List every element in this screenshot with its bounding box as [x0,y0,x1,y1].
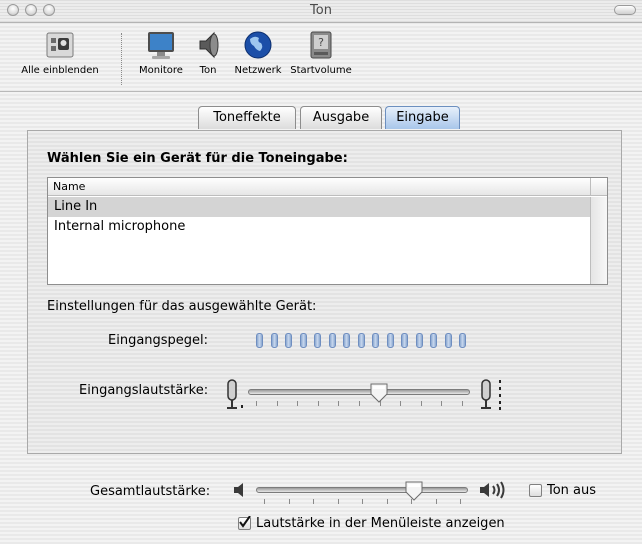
sound-preferences-window: Ton Alle einblenden Monitore Ton Netzwer… [0,0,642,544]
startup-disk-icon: ? [305,29,337,61]
slider-tick [317,401,319,406]
speaker-high-icon [478,480,514,504]
slider-tick [386,499,388,504]
tab-sound-effects[interactable]: Toneffekte [198,106,296,129]
input-volume-slider[interactable] [248,382,470,412]
level-led [401,333,408,348]
slider-tick [359,401,360,406]
toolbar-item-network[interactable]: Netzwerk [229,29,287,76]
level-led [459,333,466,348]
mute-checkbox[interactable] [529,484,542,497]
device-row[interactable]: Internal microphone [48,217,590,237]
toolbar-label: Netzwerk [234,65,282,76]
speaker-icon [192,29,224,61]
level-led [430,333,437,348]
slider-tick [362,499,363,504]
level-led [372,333,379,348]
show-in-menubar-label: Lautstärke in der Menüleiste anzeigen [256,516,505,531]
microphone-high-icon [478,378,504,418]
toolbar-label: Alle einblenden [21,65,99,76]
svg-text:?: ? [318,36,324,49]
slider-tick [288,499,290,504]
toolbar-separator [121,33,122,85]
level-led [343,333,350,348]
slider-tick [337,499,339,504]
slider-tick [338,401,340,406]
tab-output[interactable]: Ausgabe [300,106,382,129]
toolbar: Alle einblenden Monitore Ton Netzwerk ? … [0,23,642,92]
globe-icon [242,29,274,61]
toolbar-label: Startvolume [290,65,352,76]
slider-tick [297,401,299,406]
settings-label: Einstellungen für das ausgewählte Gerät: [47,299,317,314]
toolbar-item-monitors[interactable]: Monitore [131,29,191,76]
title-bar: Ton [0,0,642,23]
level-led [386,333,394,348]
mute-label: Ton aus [547,483,597,498]
show-in-menubar-checkbox[interactable] [238,516,251,530]
level-led [299,333,307,348]
speaker-low-icon [232,481,248,503]
tab-input[interactable]: Eingabe [385,106,460,129]
slider-tick [400,401,402,406]
monitor-icon [145,29,177,61]
table-header-corner [590,178,607,196]
level-led [270,333,278,348]
slider-tick [276,401,278,406]
slider-tick [313,499,314,504]
window-title: Ton [310,3,332,18]
slider-track [248,389,470,395]
slider-tick [441,401,443,406]
slider-thumb[interactable] [404,481,424,501]
level-led [328,333,336,348]
input-level-label: Eingangspegel: [108,333,209,348]
input-volume-label: Eingangslautstärke: [79,383,209,398]
level-led [314,333,321,348]
slider-thumb[interactable] [369,383,389,403]
slider-tick [256,401,257,406]
level-led [444,333,452,348]
toolbar-item-startup-disk[interactable]: ? Startvolume [284,29,358,76]
slider-tick [264,499,265,504]
device-table: Name Line In Internal microphone [47,177,608,285]
level-led [415,333,423,348]
toolbar-toggle-button[interactable] [614,5,636,15]
microphone-low-icon [224,378,246,418]
toolbar-label: Monitore [139,65,183,76]
toolbar-item-show-all[interactable]: Alle einblenden [4,29,116,76]
slider-tick [420,401,422,406]
level-led [256,333,263,348]
section-title: Wählen Sie ein Gerät für die Toneingabe: [47,151,348,166]
device-row[interactable]: Line In [48,197,590,217]
level-led [357,333,365,348]
slider-tick [435,499,437,504]
column-header-name[interactable]: Name [48,178,590,196]
toolbar-label: Ton [199,65,217,76]
show-all-icon [44,29,76,61]
slider-tick [462,401,463,406]
table-scrollbar[interactable] [590,197,607,284]
master-volume-label: Gesamtlautstärke: [90,484,211,499]
master-volume-slider[interactable] [256,480,468,510]
level-led [285,333,292,348]
slider-tick [460,499,461,504]
toolbar-item-sound[interactable]: Ton [188,29,228,76]
slider-track [256,487,468,493]
